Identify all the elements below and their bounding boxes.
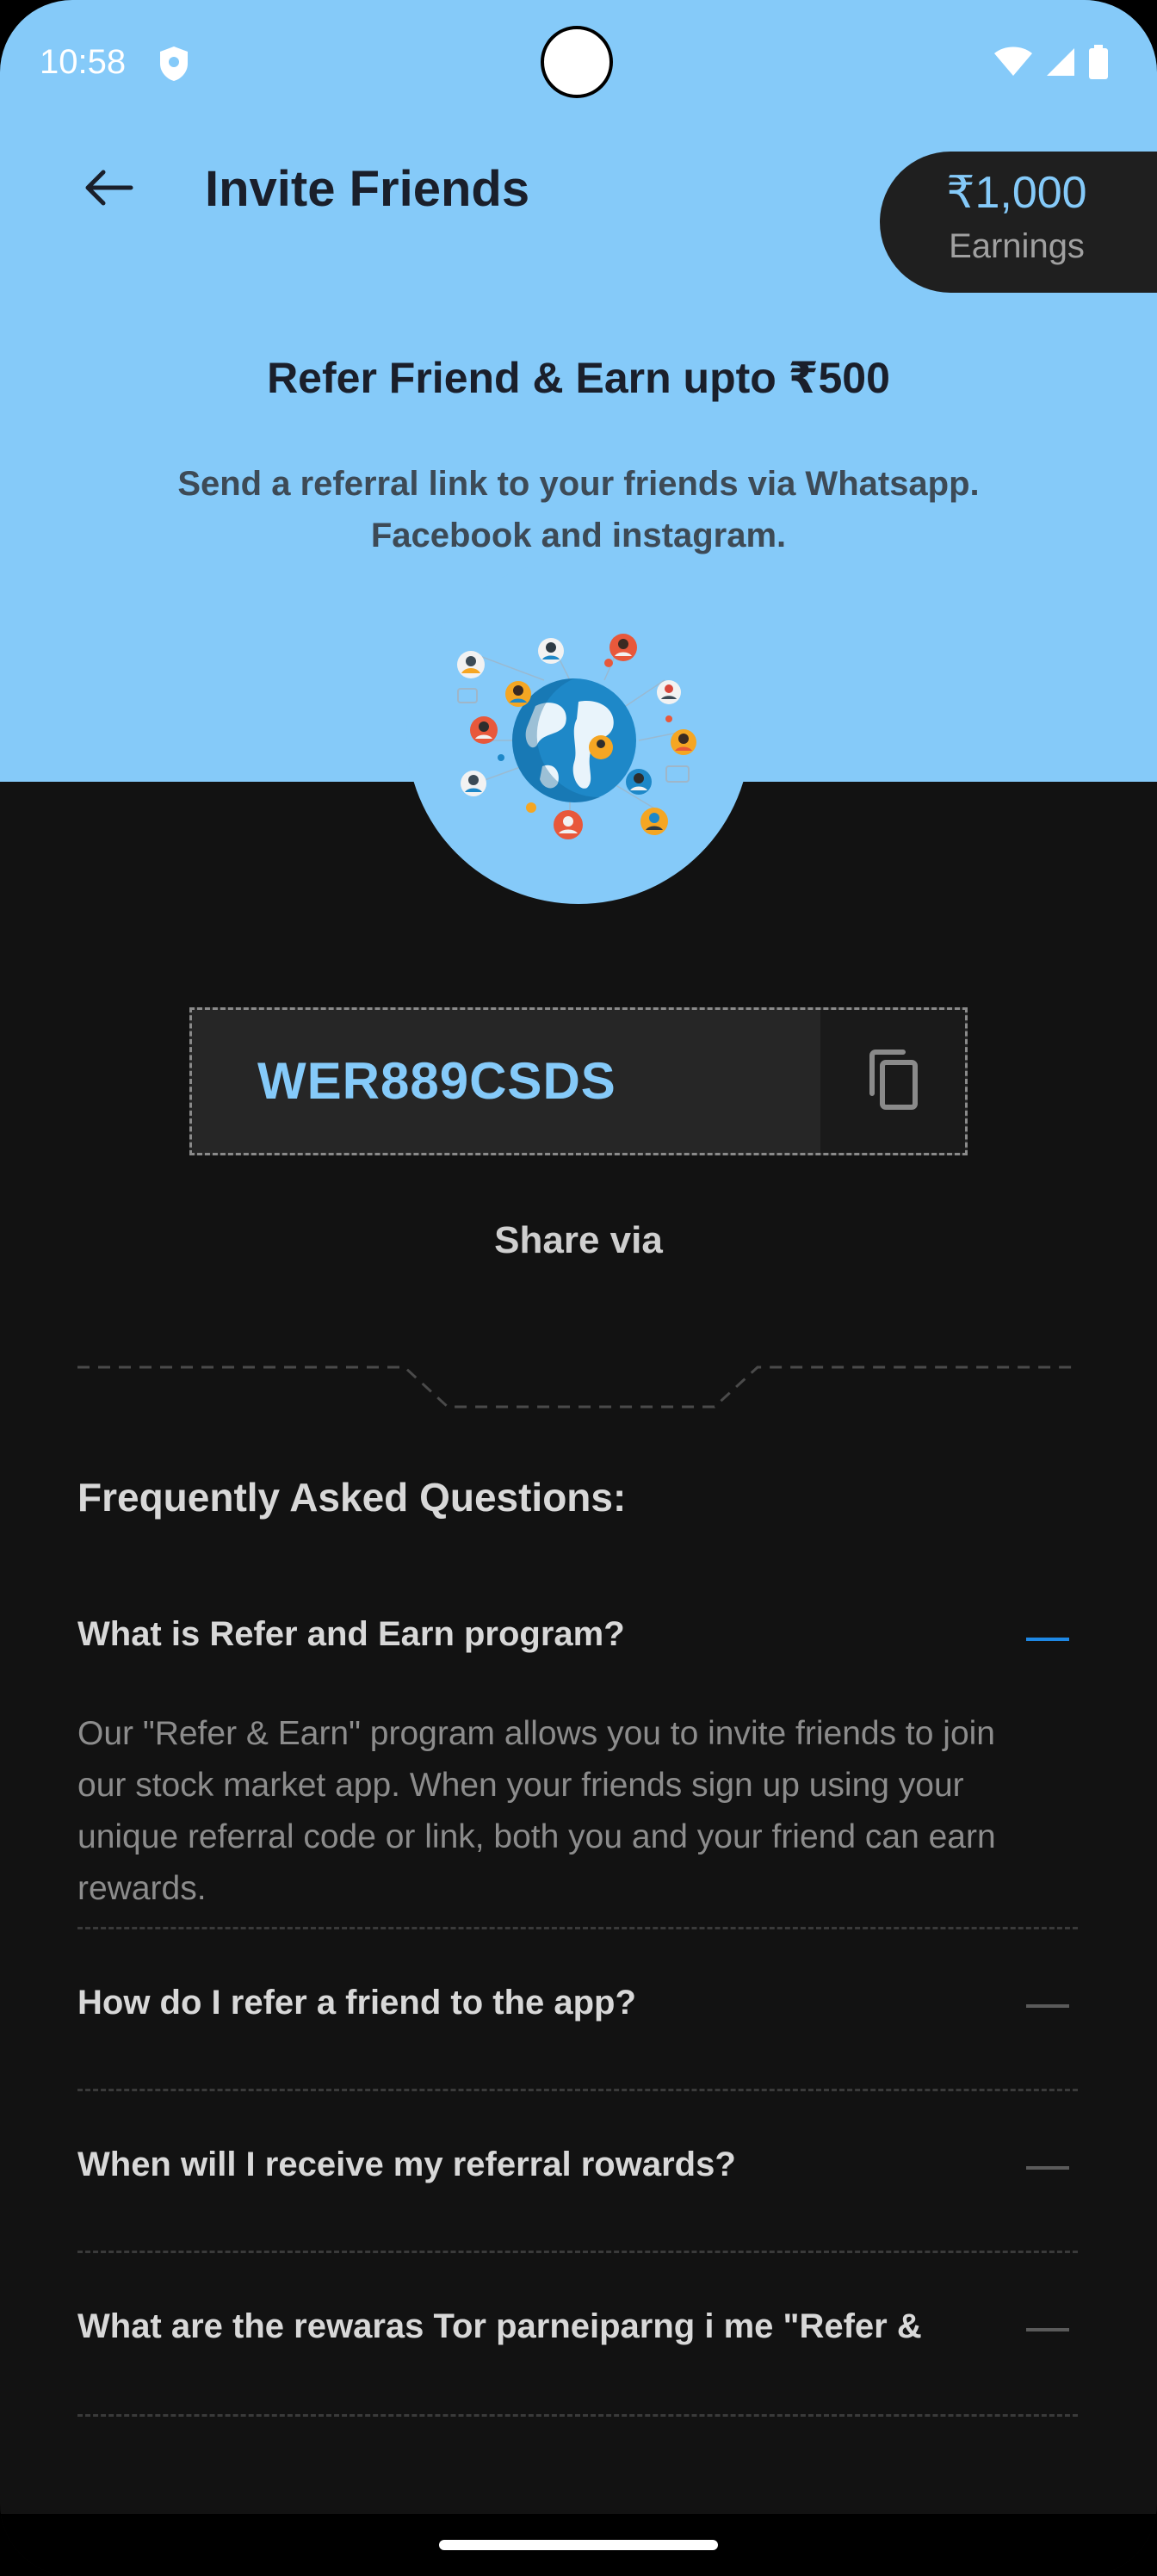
- refer-headline: Refer Friend & Earn upto ₹500: [267, 354, 890, 402]
- referral-code-box: WER889CSDS: [189, 1007, 968, 1155]
- faq-item-1[interactable]: What is Refer and Earn program?: [77, 1615, 1078, 1654]
- faq-title: Frequently Asked Questions:: [77, 1475, 627, 1520]
- camera-cutout: [541, 26, 613, 98]
- earnings-amount: ₹1,000: [946, 168, 1087, 218]
- expand-icon[interactable]: [1026, 2328, 1069, 2331]
- faq-item-2[interactable]: How do I refer a friend to the app?: [77, 1984, 1078, 2022]
- battery-icon: [1088, 45, 1109, 79]
- expand-icon[interactable]: [1026, 2004, 1069, 2008]
- app-screen: 10:58 Invite Friends ₹1,000 Earnings Ref…: [0, 0, 1157, 2576]
- faq-question: What are the rewaras Tor parneiparng i m…: [77, 2307, 922, 2345]
- faq-separator: [77, 2414, 1078, 2417]
- faq-answer: Our "Refer & Earn" program allows you to…: [77, 1715, 996, 1907]
- section-divider: [77, 1365, 1080, 1409]
- referral-code: WER889CSDS: [257, 1052, 616, 1110]
- refer-subtext: Send a referral link to your friends via…: [177, 465, 980, 554]
- home-indicator[interactable]: [439, 2540, 718, 2550]
- earnings-badge[interactable]: ₹1,000 Earnings: [880, 152, 1157, 293]
- faq-item-3[interactable]: When will I receive my referral rowards?: [77, 2146, 1078, 2184]
- faq-separator: [77, 2089, 1078, 2091]
- faq-separator: [77, 2251, 1078, 2253]
- globe-network-illustration: [457, 634, 696, 839]
- faq-question: What is Refer and Earn program?: [77, 1615, 625, 1653]
- earnings-label: Earnings: [949, 227, 1085, 265]
- faq-question: How do I refer a friend to the app?: [77, 1984, 636, 2022]
- back-button[interactable]: [74, 155, 143, 224]
- page-title: Invite Friends: [205, 161, 530, 217]
- share-via-button[interactable]: Share via: [0, 1219, 1157, 1262]
- status-icons: [993, 45, 1109, 79]
- shield-icon: [157, 45, 191, 83]
- wifi-icon: [993, 46, 1033, 77]
- faq-item-4[interactable]: What are the rewaras Tor parneiparng i m…: [77, 2307, 1078, 2346]
- status-time: 10:58: [40, 43, 127, 81]
- copy-icon: [865, 1049, 920, 1115]
- back-arrow-icon: [83, 169, 134, 211]
- faq-question: When will I receive my referral rowards?: [77, 2146, 736, 2183]
- expand-icon[interactable]: [1026, 2166, 1069, 2170]
- faq-separator: [77, 1927, 1078, 1929]
- copy-code-button[interactable]: [820, 1010, 965, 1153]
- signal-icon: [1045, 46, 1076, 77]
- collapse-icon[interactable]: [1026, 1638, 1069, 1641]
